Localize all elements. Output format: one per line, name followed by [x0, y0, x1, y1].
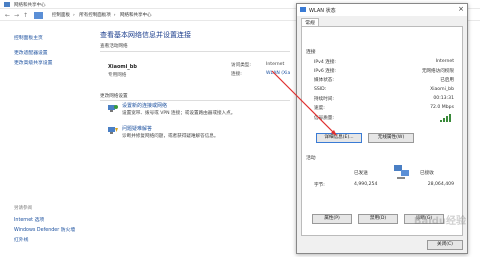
sidebar-item-adapter-settings[interactable]: 更改适配器设置: [14, 49, 48, 56]
breadcrumb-item[interactable]: 控制面板: [52, 13, 70, 18]
sidebar-item-home[interactable]: 控制面板主页: [14, 34, 43, 41]
ipv6-label: IPv6 连接:: [314, 69, 336, 74]
close-button[interactable]: 关闭(C): [427, 240, 463, 250]
see-also-header: 另请参阅: [14, 206, 32, 211]
ssid-value: Xiaomi_bb: [430, 87, 454, 92]
up-arrow-icon[interactable]: ↑: [22, 12, 29, 19]
troubleshoot-link[interactable]: 问题疑难解答: [122, 125, 152, 132]
sidebar-item-firewall[interactable]: Windows Defender 防火墙: [14, 226, 75, 233]
divider: [100, 51, 290, 52]
change-settings-label: 更改网络设置: [100, 94, 128, 99]
sent-label: 已发送: [354, 171, 368, 176]
network-icon: [4, 2, 10, 7]
wifi-icon: [300, 7, 306, 12]
received-label: 已接收: [420, 171, 434, 176]
dialog-titlebar: WLAN 状态 ×: [297, 4, 467, 16]
speed-value: 72.0 Mbps: [430, 105, 454, 110]
ipv4-label: IPv4 连接:: [314, 60, 336, 65]
setup-connection-link[interactable]: 设置新的连接或网络: [122, 102, 167, 109]
details-button[interactable]: 详细信息(E)...: [316, 133, 362, 143]
main-content: 查看基本网络信息并设置连接 查看活动网络 Xiaomi_bb 专用网络 访问类型…: [92, 22, 302, 257]
breadcrumb: 控制面板 › 所有控制面板项 › 网络和共享中心: [52, 13, 152, 18]
media-state-value: 已启用: [440, 78, 454, 83]
general-panel: 连接 IPv4 连接: Internet IPv6 连接: 无网络访问权限 媒体…: [301, 26, 463, 236]
computers-activity-icon: [394, 165, 409, 179]
connection-group-label: 连接: [306, 50, 316, 55]
signal-strength-icon: [440, 114, 454, 122]
ipv6-value: 无网络访问权限: [421, 69, 454, 74]
duration-label: 持续时间:: [314, 97, 334, 102]
divider: [100, 100, 290, 101]
access-type-label: 访问类型:: [231, 63, 251, 68]
wlan-connection-link[interactable]: WLAN (Xia: [266, 71, 290, 76]
disable-button[interactable]: 禁用(D): [358, 214, 398, 224]
close-icon[interactable]: ×: [458, 5, 464, 13]
properties-button[interactable]: 属性(P): [312, 214, 352, 224]
network-type: 专用网络: [108, 73, 127, 78]
window-title: 网络和共享中心: [14, 3, 46, 8]
breadcrumb-item[interactable]: 所有控制面板项: [79, 13, 111, 18]
sidebar-item-infrared[interactable]: 红外线: [14, 236, 28, 243]
signal-quality-label: 信号质量:: [314, 116, 334, 121]
back-arrow-icon[interactable]: ←: [4, 12, 11, 19]
active-networks-label: 查看活动网络: [100, 44, 128, 49]
new-connection-icon: [108, 105, 118, 112]
sidebar-item-internet-options[interactable]: Internet 选项: [14, 216, 44, 223]
wireless-properties-button[interactable]: 无线属性(W): [368, 133, 414, 143]
sidebar: 控制面板主页 更改适配器设置 更改高级共享设置 另请参阅 Internet 选项…: [0, 22, 92, 257]
ipv4-value: Internet: [435, 59, 454, 64]
activity-group-label: 活动: [306, 156, 316, 161]
duration-value: 00:13:31: [433, 96, 454, 101]
bytes-label: 字节:: [314, 183, 325, 188]
troubleshoot-desc: 诊断并修复网络问题，或者获得疑难解答信息。: [122, 134, 219, 139]
watermark: Baidu经验: [413, 216, 466, 227]
connections-label: 连接:: [231, 72, 242, 77]
speed-label: 速度:: [314, 106, 325, 111]
network-name: Xiaomi_bb: [108, 64, 137, 70]
access-type-value: Internet: [266, 62, 285, 67]
bytes-received: 28,064,409: [427, 182, 454, 187]
page-title: 查看基本网络信息并设置连接: [100, 31, 191, 39]
troubleshoot-icon: [108, 127, 118, 134]
forward-arrow-icon[interactable]: →: [13, 12, 20, 19]
setup-connection-desc: 设置宽带、拨号或 VPN 连接；或设置路由器或接入点。: [122, 111, 236, 116]
ssid-label: SSID:: [314, 87, 327, 92]
bytes-sent: 4,990,254: [354, 182, 378, 187]
sidebar-item-advanced-sharing[interactable]: 更改高级共享设置: [14, 59, 52, 66]
breadcrumb-item[interactable]: 网络和共享中心: [120, 13, 152, 18]
media-state-label: 媒体状态:: [314, 78, 334, 83]
control-panel-icon: [34, 12, 43, 19]
dialog-title: WLAN 状态: [309, 8, 336, 14]
